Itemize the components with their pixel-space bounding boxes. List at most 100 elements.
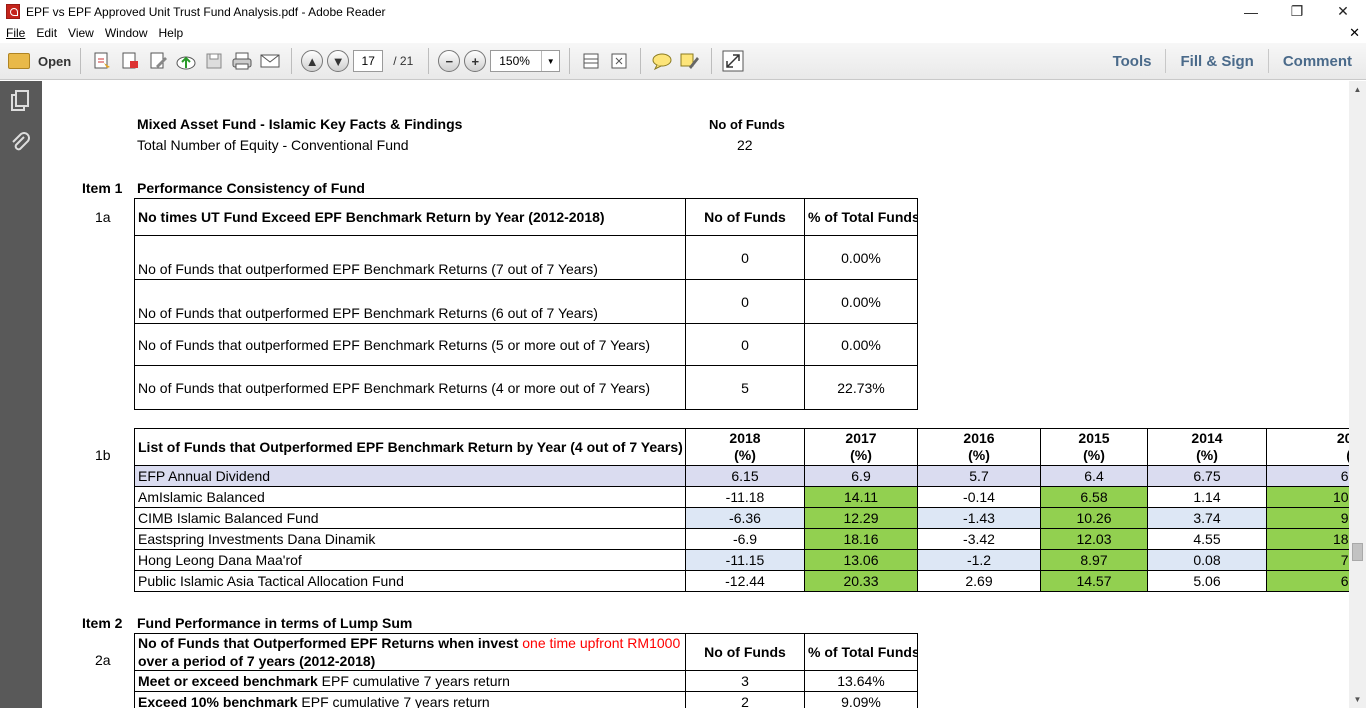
unit-label: (%) bbox=[1083, 447, 1105, 463]
table-row: Exceed 10% benchmark EPF cumulative 7 ye… bbox=[134, 691, 918, 708]
table-row: Hong Leong Dana Maa'rof -11.15 13.06 -1.… bbox=[134, 549, 1349, 571]
row-label-bold: Exceed 10% benchmark bbox=[138, 694, 298, 708]
item2-title: Fund Performance in terms of Lump Sum bbox=[137, 615, 413, 631]
fund-name: Eastspring Investments Dana Dinamik bbox=[134, 528, 686, 550]
cell-value: 2 bbox=[685, 691, 805, 708]
year-label: 2013 bbox=[1336, 430, 1349, 446]
cell-value: -11.18 bbox=[685, 486, 805, 508]
email-icon[interactable] bbox=[258, 49, 282, 73]
item1-title: Performance Consistency of Fund bbox=[137, 180, 365, 196]
cell-value: 6.9 bbox=[804, 465, 918, 487]
table-header-row: No times UT Fund Exceed EPF Benchmark Re… bbox=[134, 198, 918, 236]
unit-label: (%) bbox=[850, 447, 872, 463]
cell-value: -1.43 bbox=[917, 507, 1041, 529]
edit-pdf-icon[interactable] bbox=[146, 49, 170, 73]
cell-value-highlighted: 18.16 bbox=[804, 528, 918, 550]
cell-value-highlighted: 13.06 bbox=[804, 549, 918, 571]
highlight-text-icon[interactable] bbox=[678, 49, 702, 73]
maximize-button[interactable]: ❐ bbox=[1274, 0, 1320, 23]
next-page-icon[interactable]: ▼ bbox=[327, 50, 350, 72]
cell-value-highlighted: 12.29 bbox=[804, 507, 918, 529]
menu-view[interactable]: View bbox=[62, 26, 99, 40]
previous-page-icon[interactable]: ▲ bbox=[301, 50, 324, 72]
fit-width-icon[interactable] bbox=[579, 49, 603, 73]
full-screen-icon[interactable] bbox=[721, 49, 745, 73]
cell-value: 13.64% bbox=[804, 670, 918, 692]
table-row: CIMB Islamic Balanced Fund -6.36 12.29 -… bbox=[134, 507, 1349, 529]
comment-pane-button[interactable]: Comment bbox=[1267, 49, 1366, 73]
fund-name: CIMB Islamic Balanced Fund bbox=[134, 507, 686, 529]
save-icon[interactable] bbox=[202, 49, 226, 73]
page-number-input[interactable]: 17 bbox=[353, 50, 384, 72]
cell-value: -11.15 bbox=[685, 549, 805, 571]
scroll-down-icon[interactable]: ▼ bbox=[1349, 691, 1366, 708]
row-label: No of Funds that outperformed EPF Benchm… bbox=[134, 323, 686, 366]
fund-name: Public Islamic Asia Tactical Allocation … bbox=[134, 570, 686, 592]
open-button[interactable]: Open bbox=[8, 47, 71, 75]
fund-name: EFP Annual Dividend bbox=[134, 465, 686, 487]
menu-edit[interactable]: Edit bbox=[30, 26, 62, 40]
scrollbar-thumb[interactable] bbox=[1352, 543, 1363, 561]
fill-sign-pane-button[interactable]: Fill & Sign bbox=[1165, 49, 1267, 73]
year-header: 2013(%) bbox=[1266, 428, 1349, 466]
cell-value: 3 bbox=[685, 670, 805, 692]
menu-window[interactable]: Window bbox=[99, 26, 153, 40]
navigation-panel bbox=[0, 81, 42, 708]
table-header-row: No of Funds that Outperformed EPF Return… bbox=[134, 633, 918, 671]
fund-name: Hong Leong Dana Maa'rof bbox=[134, 549, 686, 571]
year-label: 2017 bbox=[845, 430, 877, 446]
table-row: No of Funds that outperformed EPF Benchm… bbox=[134, 279, 918, 324]
cell-value: 0 bbox=[685, 323, 805, 366]
column-header: % of Total Funds bbox=[804, 198, 918, 236]
fit-page-icon[interactable] bbox=[607, 49, 631, 73]
table-row: Meet or exceed benchmark EPF cumulative … bbox=[134, 670, 918, 692]
cell-value-highlighted: 6.56 bbox=[1266, 570, 1349, 592]
chevron-down-icon: ▼ bbox=[541, 51, 559, 71]
cell-value-highlighted: 12.03 bbox=[1040, 528, 1148, 550]
tools-pane-button[interactable]: Tools bbox=[1099, 49, 1166, 73]
unit-label: (%) bbox=[968, 447, 990, 463]
zoom-value: 150% bbox=[499, 54, 530, 68]
minimize-button[interactable]: — bbox=[1228, 0, 1274, 23]
page-thumbnails-icon[interactable] bbox=[9, 89, 31, 113]
zoom-in-icon[interactable]: + bbox=[464, 50, 487, 72]
table-1b-id: 1b bbox=[95, 447, 111, 463]
export-pdf-icon[interactable] bbox=[118, 49, 142, 73]
cell-value: 2.69 bbox=[917, 570, 1041, 592]
zoom-select[interactable]: 150% ▼ bbox=[490, 50, 561, 72]
print-icon[interactable] bbox=[230, 49, 254, 73]
menu-file[interactable]: File bbox=[0, 26, 30, 40]
create-pdf-icon[interactable] bbox=[90, 49, 114, 73]
vertical-scrollbar[interactable]: ▲ ▼ bbox=[1349, 81, 1366, 708]
year-header: 2014 (%) bbox=[1147, 428, 1267, 466]
year-header: 2017 (%) bbox=[804, 428, 918, 466]
cell-value: 22.73% bbox=[804, 365, 918, 410]
table-row: EFP Annual Dividend 6.15 6.9 5.7 6.4 6.7… bbox=[134, 465, 1349, 487]
menu-bar: File Edit View Window Help ✕ bbox=[0, 23, 1366, 43]
cell-value: 5.7 bbox=[917, 465, 1041, 487]
attachments-icon[interactable] bbox=[9, 131, 31, 155]
sticky-note-icon[interactable] bbox=[650, 49, 674, 73]
cell-value: 6.35 bbox=[1266, 465, 1349, 487]
funds-count-value: 22 bbox=[737, 137, 753, 153]
cell-value: 0.00% bbox=[804, 235, 918, 280]
close-document-icon[interactable]: ✕ bbox=[1349, 25, 1360, 41]
toolbar-separator bbox=[291, 48, 293, 74]
menu-help[interactable]: Help bbox=[153, 26, 189, 40]
scroll-up-icon[interactable]: ▲ bbox=[1349, 81, 1366, 98]
table-1a-id: 1a bbox=[95, 209, 111, 225]
fund-name: AmIslamic Balanced bbox=[134, 486, 686, 508]
zoom-out-icon[interactable]: − bbox=[438, 50, 461, 72]
unit-label: (%) bbox=[1196, 447, 1218, 463]
upload-cloud-icon[interactable] bbox=[174, 49, 198, 73]
cell-value-highlighted: 8.97 bbox=[1040, 549, 1148, 571]
cell-value: -12.44 bbox=[685, 570, 805, 592]
item1-label: Item 1 bbox=[82, 180, 123, 196]
row-label: No of Funds that outperformed EPF Benchm… bbox=[134, 279, 686, 324]
cell-value-highlighted: 20.33 bbox=[804, 570, 918, 592]
cell-value: 0.00% bbox=[804, 279, 918, 324]
cell-value: 9.09% bbox=[804, 691, 918, 708]
table-row: No of Funds that outperformed EPF Benchm… bbox=[134, 323, 918, 366]
row-label-rest: EPF cumulative 7 years return bbox=[317, 673, 510, 689]
close-button[interactable]: ✕ bbox=[1320, 0, 1366, 23]
